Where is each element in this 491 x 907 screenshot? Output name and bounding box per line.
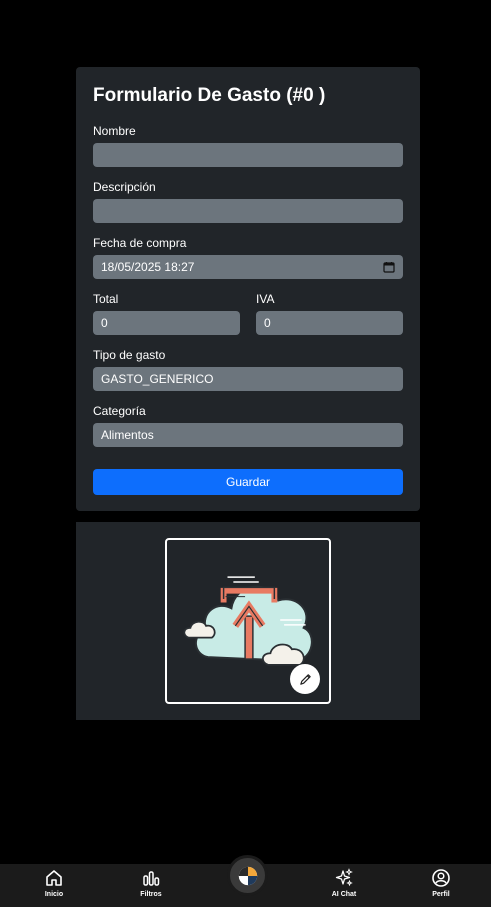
calendar-icon[interactable] [383, 261, 395, 273]
descripcion-input[interactable] [93, 199, 403, 223]
iva-input[interactable]: 0 [256, 311, 403, 335]
form-title: Formulario De Gasto (#0 ) [93, 85, 326, 106]
nombre-label: Nombre [93, 124, 136, 138]
fecha-label: Fecha de compra [93, 236, 187, 250]
fecha-value: 18/05/2025 18:27 [101, 260, 195, 274]
tipo-select[interactable]: GASTO_GENERICO [93, 367, 403, 391]
chart-bars-icon [143, 871, 160, 886]
nav-label-perfil: Perfil [432, 891, 450, 898]
sparkles-icon [335, 868, 353, 887]
home-icon [46, 870, 62, 886]
iva-label: IVA [256, 292, 275, 306]
nav-label-ai-chat: AI Chat [331, 891, 357, 898]
nav-item-filtros[interactable]: Filtros [121, 868, 181, 906]
categoria-label: Categoría [93, 404, 146, 418]
total-label: Total [93, 292, 119, 306]
total-input[interactable]: 0 [93, 311, 240, 335]
nav-label-filtros: Filtros [140, 891, 162, 898]
edit-image-button[interactable] [290, 664, 320, 694]
image-upload-card [76, 522, 420, 720]
save-button[interactable]: Guardar [93, 469, 403, 495]
categoria-select[interactable]: Alimentos [93, 423, 403, 447]
user-circle-icon [432, 869, 450, 887]
nombre-input[interactable] [93, 143, 403, 167]
descripcion-label: Descripción [93, 180, 156, 194]
pencil-icon [299, 673, 311, 685]
tipo-label: Tipo de gasto [93, 348, 166, 362]
expense-form-card: Formulario De Gasto (#0 ) Nombre Descrip… [76, 67, 420, 511]
nav-label-inicio: Inicio [44, 891, 64, 898]
fecha-input[interactable]: 18/05/2025 18:27 [93, 255, 403, 279]
app-logo-icon [238, 866, 257, 885]
nav-item-inicio[interactable]: Inicio [24, 868, 84, 906]
nav-item-ai-chat[interactable]: AI Chat [314, 868, 374, 906]
nav-item-perfil[interactable]: Perfil [411, 868, 471, 906]
home-fab-button[interactable] [227, 855, 268, 896]
app-page: Formulario De Gasto (#0 ) Nombre Descrip… [0, 0, 491, 907]
